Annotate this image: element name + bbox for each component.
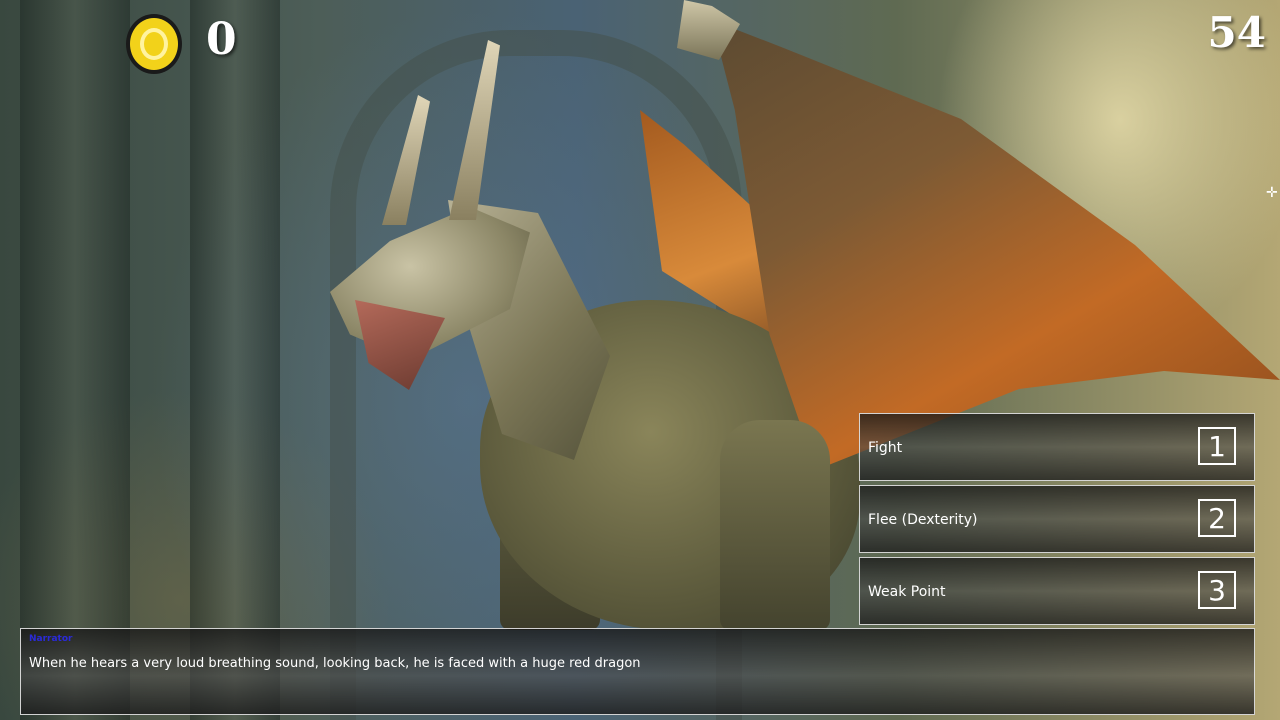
coin-icon <box>124 12 184 76</box>
choice-button-flee[interactable]: Flee (Dexterity) 2 <box>859 485 1255 553</box>
dialogue-box[interactable]: Narrator When he hears a very loud breat… <box>20 628 1255 715</box>
choice-button-fight[interactable]: Fight 1 <box>859 413 1255 481</box>
dragon-leg <box>720 420 830 630</box>
hotkey-badge: 3 <box>1198 571 1236 609</box>
dialogue-text: When he hears a very loud breathing soun… <box>29 656 641 671</box>
choice-label: Fight <box>868 440 903 456</box>
choice-label: Weak Point <box>868 584 946 600</box>
crosshair-icon: ✛ <box>1266 185 1278 201</box>
speaker-name: Narrator <box>29 634 73 644</box>
stone-pillar <box>20 0 130 720</box>
countdown-timer: 54 <box>1207 8 1266 57</box>
choice-label: Flee (Dexterity) <box>868 512 978 528</box>
choice-button-weak-point[interactable]: Weak Point 3 <box>859 557 1255 625</box>
hotkey-badge: 2 <box>1198 499 1236 537</box>
coin-icon-graphic <box>126 14 182 74</box>
stone-pillar <box>190 0 280 720</box>
coin-count: 0 <box>206 14 237 65</box>
hotkey-badge: 1 <box>1198 427 1236 465</box>
